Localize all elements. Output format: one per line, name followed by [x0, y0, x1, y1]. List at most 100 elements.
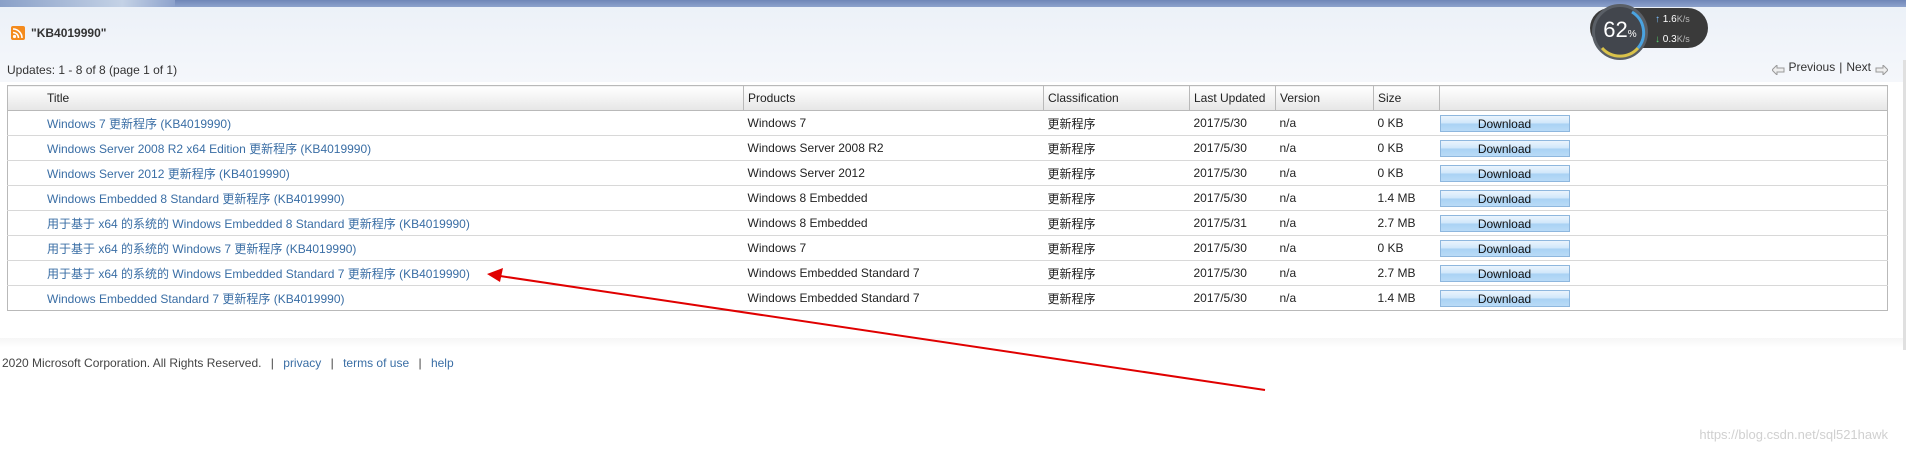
download-button[interactable]: Download	[1439, 214, 1570, 232]
download-button[interactable]: Download	[1439, 264, 1570, 282]
download-speed-value: 0.3	[1662, 34, 1677, 45]
terms-of-use-link[interactable]: terms of use	[343, 356, 409, 370]
header-classification[interactable]: Classification	[1043, 85, 1190, 111]
download-cell: Download	[1439, 135, 1888, 161]
update-title-link[interactable]: Windows 7 更新程序 (KB4019990)	[47, 117, 231, 131]
download-cell: Download	[1439, 110, 1888, 136]
download-button[interactable]: Download	[1439, 139, 1570, 157]
top-banner-highlight	[0, 0, 175, 7]
download-button[interactable]: Download	[1439, 189, 1570, 207]
update-title-link[interactable]: 用于基于 x64 的系统的 Windows 7 更新程序 (KB4019990)	[47, 242, 356, 256]
products-cell: Windows Embedded Standard 7	[743, 260, 1044, 286]
download-cell: Download	[1439, 235, 1888, 261]
table-header-row: Title Products Classification Last Updat…	[7, 85, 1888, 111]
version-cell: n/a	[1275, 160, 1374, 186]
header-title[interactable]: Title	[7, 85, 744, 111]
title-cell: Windows Embedded Standard 7 更新程序 (KB4019…	[8, 286, 744, 311]
download-button[interactable]: Download	[1439, 289, 1570, 307]
version-cell: n/a	[1275, 110, 1374, 136]
size-cell: 0 KB	[1373, 135, 1440, 161]
size-cell: 2.7 MB	[1373, 210, 1440, 236]
download-cell: Download	[1439, 260, 1888, 286]
table-row: Windows Server 2008 R2 x64 Edition 更新程序 …	[7, 135, 1888, 161]
next-arrow-icon	[1875, 63, 1889, 77]
version-cell: n/a	[1275, 135, 1374, 161]
last_updated-cell: 2017/5/30	[1189, 185, 1276, 211]
update-title-link[interactable]: Windows Embedded 8 Standard 更新程序 (KB4019…	[47, 192, 345, 206]
download-cell: Download	[1439, 286, 1888, 311]
classification-cell: 更新程序	[1043, 210, 1190, 236]
version-cell: n/a	[1275, 185, 1374, 211]
header-last-updated[interactable]: Last Updated	[1189, 85, 1276, 111]
download-cell: Download	[1439, 185, 1888, 211]
pager-separator: |	[1839, 60, 1843, 74]
header-version[interactable]: Version	[1275, 85, 1374, 111]
last_updated-cell: 2017/5/30	[1189, 260, 1276, 286]
download-button[interactable]: Download	[1439, 239, 1570, 257]
classification-cell: 更新程序	[1047, 291, 1096, 306]
download-arrow-icon: ↓	[1655, 34, 1660, 45]
products-cell: Windows Embedded Standard 7	[747, 291, 920, 305]
update-title-link[interactable]: 用于基于 x64 的系统的 Windows Embedded Standard …	[47, 267, 470, 281]
version-cell: n/a	[1275, 210, 1374, 236]
update-title-link[interactable]: 用于基于 x64 的系统的 Windows Embedded 8 Standar…	[47, 217, 470, 231]
title-cell: 用于基于 x64 的系统的 Windows Embedded 8 Standar…	[7, 210, 744, 236]
size-cell: 1.4 MB	[1377, 291, 1416, 305]
update-title-link[interactable]: Windows Server 2008 R2 x64 Edition 更新程序 …	[47, 142, 371, 156]
products-cell: Windows 8 Embedded	[743, 210, 1044, 236]
watermark: https://blog.csdn.net/sql521hawk	[1699, 427, 1888, 442]
rss-icon[interactable]	[11, 26, 25, 40]
privacy-link[interactable]: privacy	[283, 356, 321, 370]
download-speed: ↓ 0.3K/s	[1655, 34, 1690, 45]
download-button[interactable]: Download	[1439, 114, 1570, 132]
help-link[interactable]: help	[431, 356, 454, 370]
upload-arrow-icon: ↑	[1655, 14, 1660, 25]
classification-cell: 更新程序	[1043, 160, 1190, 186]
last_updated-cell: 2017/5/30	[1189, 235, 1276, 261]
products-cell: Windows 8 Embedded	[743, 185, 1044, 211]
size-cell: 1.4 MB	[1373, 185, 1440, 211]
update-title-link[interactable]: Windows Server 2012 更新程序 (KB4019990)	[47, 167, 290, 181]
title-cell: Windows Embedded 8 Standard 更新程序 (KB4019…	[7, 185, 744, 211]
updates-count: Updates: 1 - 8 of 8 (page 1 of 1)	[7, 63, 178, 77]
next-link[interactable]: Next	[1846, 60, 1871, 74]
copyright: 2020 Microsoft Corporation. All Rights R…	[2, 356, 262, 370]
previous-link[interactable]: Previous	[1789, 60, 1836, 74]
footer-separator: |	[418, 356, 422, 370]
version-cell: n/a	[1275, 260, 1374, 286]
products-cell: Windows 7	[743, 110, 1044, 136]
last_updated-cell: 2017/5/30	[1189, 110, 1276, 136]
upload-speed-value: 1.6	[1662, 14, 1677, 25]
update-title-link[interactable]: Windows Embedded Standard 7 更新程序 (KB4019…	[47, 292, 345, 306]
version-cell: n/a	[1275, 235, 1374, 261]
footer-separator: |	[330, 356, 334, 370]
title-cell: 用于基于 x64 的系统的 Windows 7 更新程序 (KB4019990)	[7, 235, 744, 261]
products-cell: Windows Server 2008 R2	[743, 135, 1044, 161]
last_updated-cell: 2017/5/30	[1193, 291, 1247, 305]
classification-cell: 更新程序	[1043, 185, 1190, 211]
updates-table: Title Products Classification Last Updat…	[7, 85, 1888, 311]
upload-speed: ↑ 1.6K/s	[1655, 14, 1690, 25]
classification-cell: 更新程序	[1043, 135, 1190, 161]
download-button[interactable]: Download	[1439, 164, 1570, 182]
header-products[interactable]: Products	[743, 85, 1044, 111]
footer: 2020 Microsoft Corporation. All Rights R…	[2, 356, 454, 370]
previous-arrow-icon	[1770, 63, 1785, 77]
table-row: Windows Server 2012 更新程序 (KB4019990) Wind…	[7, 160, 1888, 186]
last_updated-cell: 2017/5/30	[1189, 160, 1276, 186]
classification-cell: 更新程序	[1043, 110, 1190, 136]
size-cell: 0 KB	[1373, 235, 1440, 261]
last_updated-cell: 2017/5/30	[1189, 135, 1276, 161]
table-row: 用于基于 x64 的系统的 Windows Embedded 8 Standar…	[7, 210, 1888, 236]
products-cell: Windows 7	[743, 235, 1044, 261]
header-size[interactable]: Size	[1373, 85, 1440, 111]
title-cell: Windows Server 2008 R2 x64 Edition 更新程序 …	[7, 135, 744, 161]
size-cell: 2.7 MB	[1373, 260, 1440, 286]
download-cell: Download	[1439, 210, 1888, 236]
table-row: Windows Embedded Standard 7 更新程序 (KB4019…	[8, 286, 1888, 311]
search-query-title: "KB4019990"	[31, 26, 107, 40]
classification-cell: 更新程序	[1043, 235, 1190, 261]
table-row: Windows Embedded 8 Standard 更新程序 (KB4019…	[7, 185, 1888, 211]
products-cell: Windows Server 2012	[743, 160, 1044, 186]
table-row: Windows 7 更新程序 (KB4019990) Windows 7 更新程序 2…	[7, 110, 1888, 136]
